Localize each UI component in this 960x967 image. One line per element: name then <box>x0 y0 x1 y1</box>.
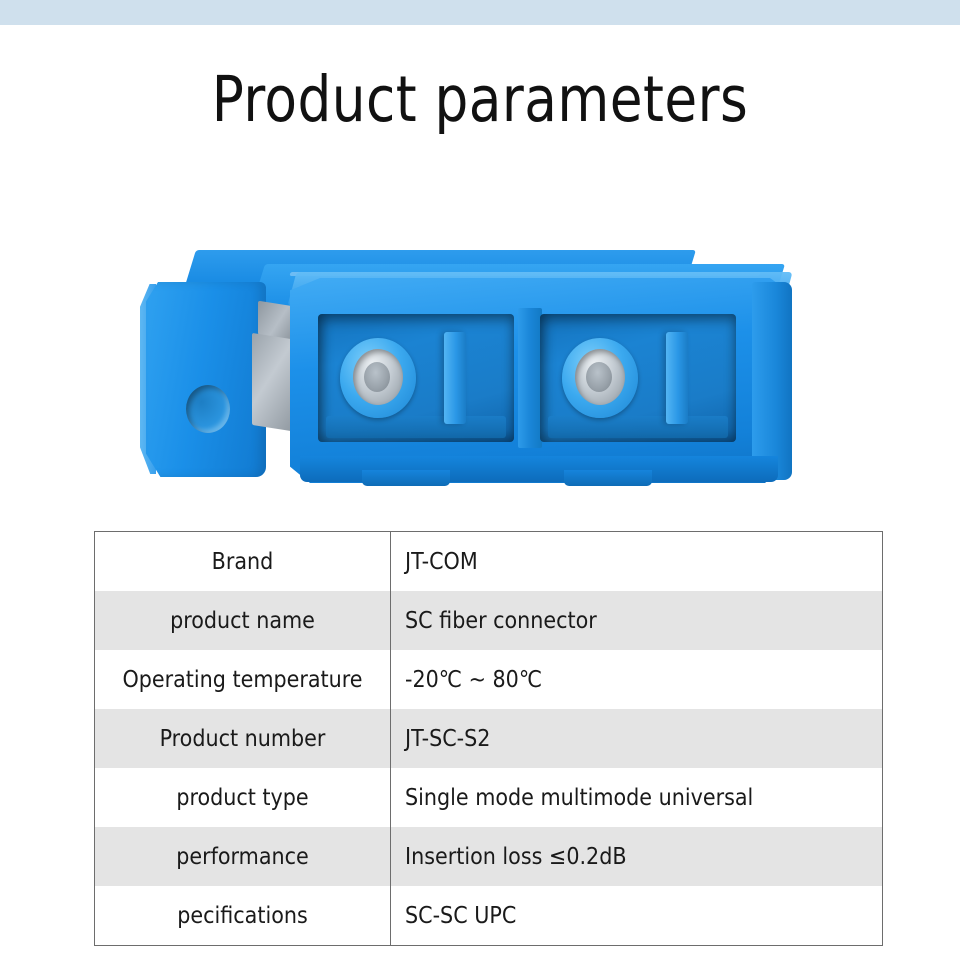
param-value: -20℃ ~ 80℃ <box>390 650 883 709</box>
sc-port-left <box>318 314 514 442</box>
param-label: pecifications <box>94 886 391 946</box>
table-row: product name SC fiber connector <box>94 591 883 650</box>
table-body: Brand JT-COM product name SC fiber conne… <box>94 531 883 946</box>
mounting-hole <box>186 385 230 433</box>
ferrule-core-right <box>575 349 625 405</box>
sc-port-right <box>540 314 736 442</box>
param-value: JT-SC-S2 <box>390 709 883 768</box>
adapter-front-tab <box>564 470 652 486</box>
param-label: product name <box>94 591 391 650</box>
param-value: SC fiber connector <box>390 591 883 650</box>
param-value: JT-COM <box>390 531 883 591</box>
table-row: product type Single mode multimode unive… <box>94 768 883 827</box>
port-key-rib-right <box>666 332 688 424</box>
product-image <box>0 232 960 512</box>
sc-fiber-adapter-illustration <box>140 242 800 492</box>
page-title: Product parameters <box>211 63 749 136</box>
adapter-front-tab <box>362 470 450 486</box>
param-value: SC-SC UPC <box>390 886 883 946</box>
product-parameters-table: Brand JT-COM product name SC fiber conne… <box>94 531 883 946</box>
param-value: Insertion loss ≤0.2dB <box>390 827 883 886</box>
adapter-mounting-flange <box>146 282 266 477</box>
param-label: Operating temperature <box>94 650 391 709</box>
ferrule-sleeve-right <box>562 338 638 418</box>
table-row: Operating temperature -20℃ ~ 80℃ <box>94 650 883 709</box>
table-row: pecifications SC-SC UPC <box>94 886 883 946</box>
ferrule-core-left <box>353 349 403 405</box>
ferrule-sleeve-left <box>340 338 416 418</box>
param-value: Single mode multimode universal <box>390 768 883 827</box>
param-label: product type <box>94 768 391 827</box>
product-image-inner <box>140 242 800 492</box>
param-label: Brand <box>94 531 391 591</box>
table-row: Product number JT-SC-S2 <box>94 709 883 768</box>
port-floor <box>326 416 506 438</box>
port-divider-wall <box>518 308 542 448</box>
param-label: Product number <box>94 709 391 768</box>
port-key-rib-left <box>444 332 466 424</box>
adapter-right-wall <box>752 282 792 480</box>
top-accent-band <box>0 0 960 25</box>
table-row: Brand JT-COM <box>94 531 883 591</box>
param-label: performance <box>94 827 391 886</box>
table-row: performance Insertion loss ≤0.2dB <box>94 827 883 886</box>
port-floor <box>548 416 728 438</box>
